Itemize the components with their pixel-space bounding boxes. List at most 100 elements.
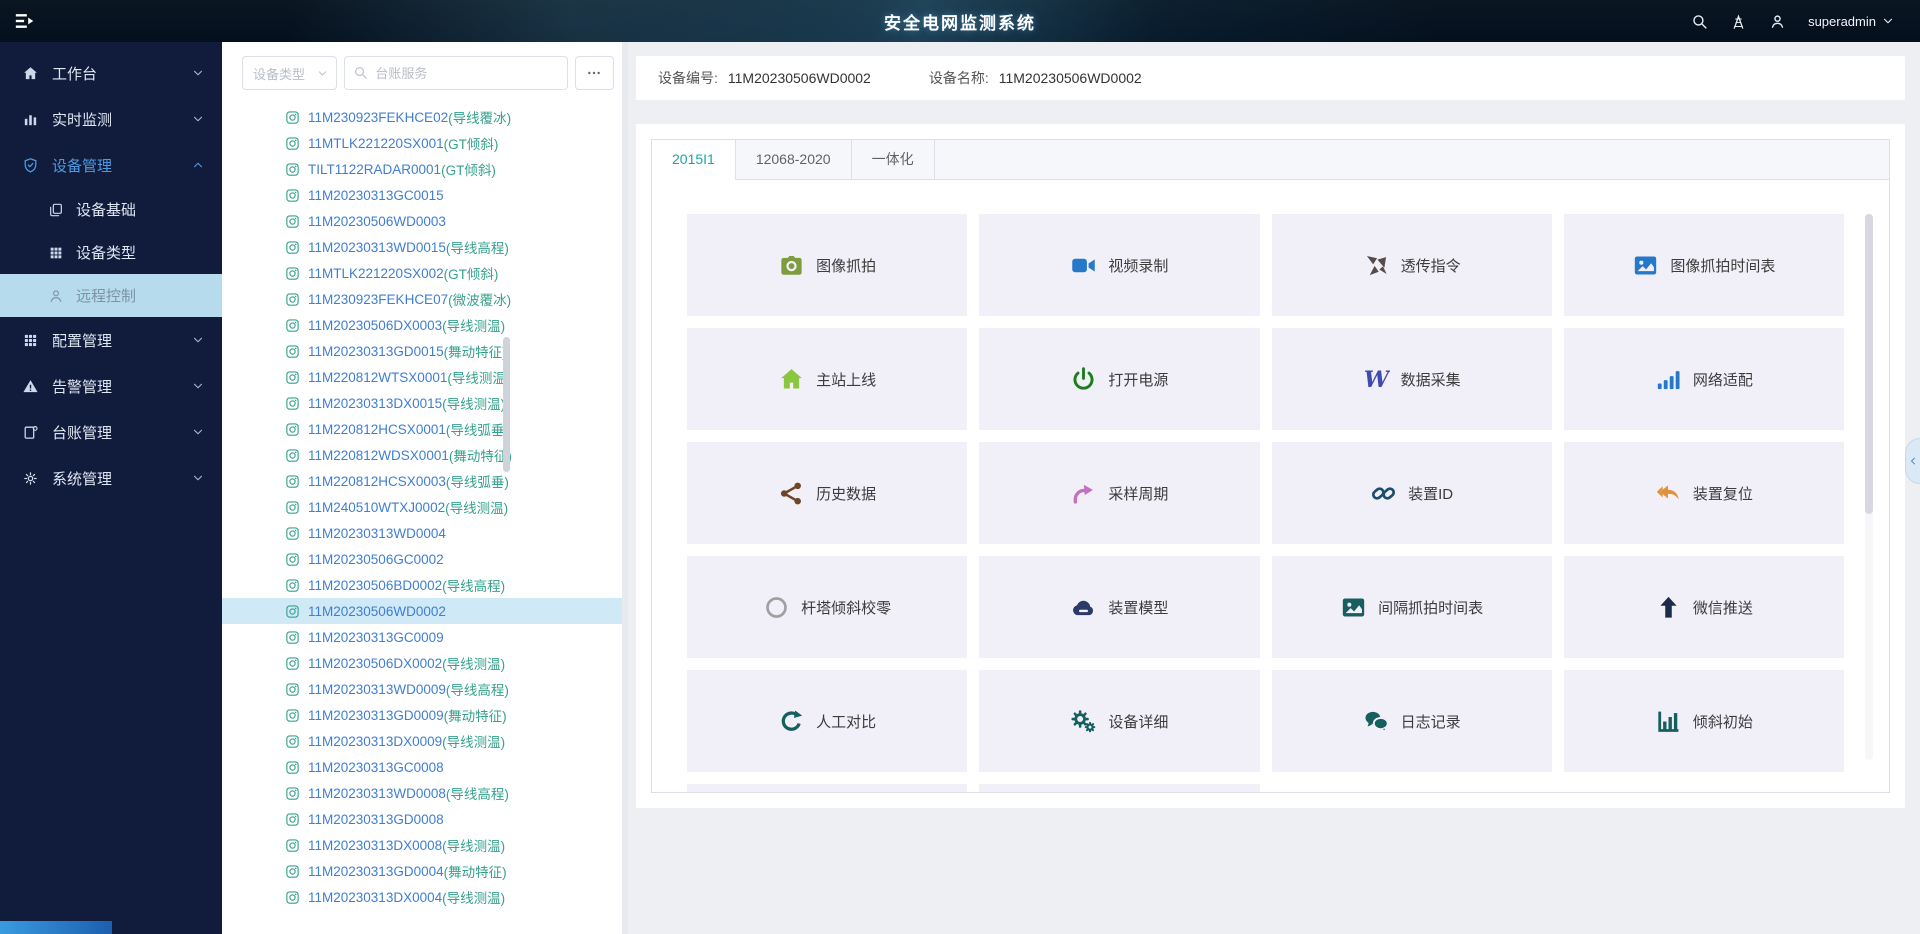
menu-collapse-icon[interactable] [12,10,38,32]
device-item[interactable]: 11M20230313GC0008 [222,754,622,780]
ledger-icon [22,424,39,441]
command-card-device-model[interactable]: 装置模型 [979,556,1259,658]
device-item[interactable]: 11M20230506GC0002 [222,546,622,572]
command-label: 数据采集 [1401,369,1461,390]
sidebar-item-config-management[interactable]: 配置管理 [0,317,222,363]
tab-0[interactable]: 2015I1 [652,140,736,180]
command-card-network-adapt[interactable]: 网络适配 [1564,328,1844,430]
device-item[interactable]: 11M20230506BD0002(导线高程) [222,572,622,598]
command-card-data-collect[interactable]: W数据采集 [1272,328,1552,430]
device-id: 11M20230313WD0008 [308,786,446,801]
device-item[interactable]: 11M220812HCSX0001(导线弧垂) [222,416,622,442]
command-card-master-online[interactable]: 主站上线 [687,328,967,430]
device-item[interactable]: 11M230923FEKHCE07(微波覆冰) [222,286,622,312]
sidebar: 工作台实时监测设备管理设备基础设备类型远程控制配置管理告警管理台账管理系统管理 [0,42,222,934]
command-card-wechat-push[interactable]: 微信推送 [1564,556,1844,658]
command-card-interval-capture-schedule[interactable]: 间隔抓拍时间表 [1272,556,1552,658]
device-no-value: 11M20230506WD0002 [728,70,871,86]
device-type-select[interactable]: 设备类型 [242,56,337,90]
command-card-video-record[interactable]: 视频录制 [979,214,1259,316]
device-id: 11M20230313GD0009 [308,708,444,723]
device-tag: (舞动特征) [444,341,507,361]
search-icon[interactable] [1691,13,1708,30]
device-id: 11M20230313DX0008 [308,838,442,853]
command-card-tower-tilt-zero[interactable]: 杆塔倾斜校零 [687,556,967,658]
sidebar-item-device-management[interactable]: 设备管理 [0,142,222,188]
device-item[interactable]: 11M20230313WD0004 [222,520,622,546]
device-item[interactable]: 11M20230313GD0008 [222,806,622,832]
sidebar-item-workbench[interactable]: 工作台 [0,50,222,96]
device-item[interactable]: 11M20230313GD0015(舞动特征) [222,338,622,364]
device-tag: (导线测温) [442,887,505,907]
device-item[interactable]: 11M20230313DX0008(导线测温) [222,832,622,858]
device-item[interactable]: 11MTLK221220SX001(GT倾斜) [222,130,622,156]
command-card-manual-compare[interactable]: 人工对比 [687,670,967,772]
tab-2[interactable]: 一体化 [852,140,935,179]
command-card-power-on[interactable]: 打开电源 [979,328,1259,430]
sidebar-item-device-type[interactable]: 设备类型 [0,231,222,274]
device-item[interactable]: 11M20230313GC0015 [222,182,622,208]
device-item[interactable]: 11M20230313GC0009 [222,624,622,650]
device-item[interactable]: 11M20230313DX0009(导线测温) [222,728,622,754]
reply-icon [1655,480,1682,507]
device-item[interactable]: 11M20230313DX0004(导线测温) [222,884,622,910]
command-card-partial[interactable] [979,784,1259,792]
chart-bar-icon [22,111,39,128]
device-icon [285,448,300,463]
sidebar-item-alarm-management[interactable]: 告警管理 [0,363,222,409]
sidebar-item-system-management[interactable]: 系统管理 [0,455,222,501]
more-options-button[interactable] [575,56,614,90]
command-card-device-reset[interactable]: 装置复位 [1564,442,1844,544]
device-search-input[interactable] [344,56,567,90]
device-icon [285,708,300,723]
device-icon [285,292,300,307]
command-card-sample-period[interactable]: 采样周期 [979,442,1259,544]
device-item[interactable]: 11M220812WDSX0001(舞动特征) [222,442,622,468]
device-item[interactable]: 11M20230506WD0003 [222,208,622,234]
device-item[interactable]: 11MTLK221220SX002(GT倾斜) [222,260,622,286]
command-card-passthrough-command[interactable]: 透传指令 [1272,214,1552,316]
device-id: 11M20230506BD0002 [308,578,442,593]
device-item[interactable]: 11M20230313GD0009(舞动特征) [222,702,622,728]
sidebar-item-ledger-management[interactable]: 台账管理 [0,409,222,455]
command-card-device-detail[interactable]: 设备详细 [979,670,1259,772]
device-tag: (导线高程) [446,783,509,803]
device-item[interactable]: 11M20230313GD0004(舞动特征) [222,858,622,884]
device-item[interactable]: 11M20230313DX0015(导线测温) [222,390,622,416]
user-menu[interactable]: superadmin [1808,14,1894,29]
command-card-image-capture-schedule[interactable]: 图像抓拍时间表 [1564,214,1844,316]
device-item[interactable]: 11M20230313WD0009(导线高程) [222,676,622,702]
user-icon[interactable] [1769,13,1786,30]
device-tag: (GT倾斜) [444,133,499,153]
command-card-partial[interactable] [687,784,967,792]
tower-icon[interactable] [1730,13,1747,30]
sidebar-item-realtime-monitor[interactable]: 实时监测 [0,96,222,142]
command-card-image-capture[interactable]: 图像抓拍 [687,214,967,316]
command-card-device-id[interactable]: 装置ID [1272,442,1552,544]
device-item[interactable]: 11M20230506DX0003(导线测温) [222,312,622,338]
device-item[interactable]: 11M20230506DX0002(导线测温) [222,650,622,676]
device-item[interactable]: TILT1122RADAR0001(GT倾斜) [222,156,622,182]
command-card-log-record[interactable]: 日志记录 [1272,670,1552,772]
ellipsis-icon [586,65,602,81]
command-grid-scrollbar[interactable] [1865,214,1873,514]
device-item[interactable]: 11M20230313WD0008(导线高程) [222,780,622,806]
device-item[interactable]: 11M20230313WD0015(导线高程) [222,234,622,260]
right-drawer-handle[interactable] [1905,438,1920,484]
device-item[interactable]: 11M240510WTXJ0002(导线测温) [222,494,622,520]
device-icon [285,734,300,749]
sidebar-item-remote-control[interactable]: 远程控制 [0,274,222,317]
device-item[interactable]: 11M20230506WD0002 [222,598,622,624]
command-card-tilt-init[interactable]: 倾斜初始 [1564,670,1844,772]
device-list-scrollbar[interactable] [503,337,510,472]
device-item[interactable]: 11M220812HCSX0003(导线弧垂) [222,468,622,494]
device-id: 11M20230313DX0009 [308,734,442,749]
tab-1[interactable]: 12068-2020 [736,140,852,179]
device-tag: (GT倾斜) [441,159,496,179]
sidebar-collapse-strip[interactable] [0,921,112,934]
command-card-history-data[interactable]: 历史数据 [687,442,967,544]
device-item[interactable]: 11M220812WTSX0001(导线测温) [222,364,622,390]
sidebar-item-label: 系统管理 [52,468,192,489]
sidebar-item-device-basic[interactable]: 设备基础 [0,188,222,231]
device-item[interactable]: 11M230923FEKHCE02(导线覆冰) [222,104,622,130]
